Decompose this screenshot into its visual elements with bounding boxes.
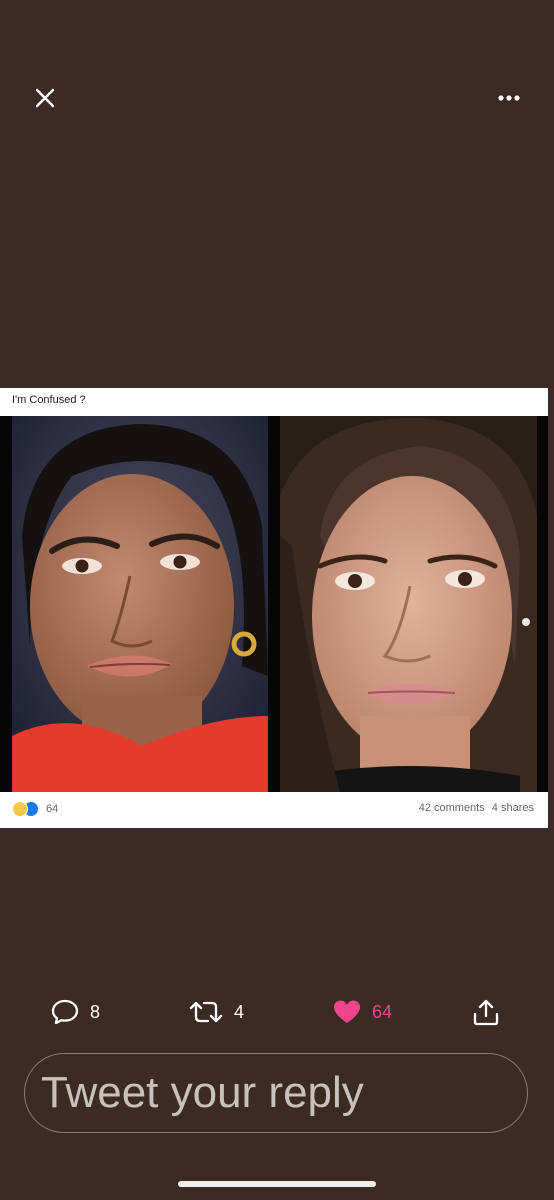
like-count: 64 xyxy=(372,1001,393,1022)
shared-post-image: I'm Confused ? 64 42 comments 4 shares xyxy=(0,388,548,828)
home-indicator[interactable] xyxy=(178,1181,376,1187)
close-icon xyxy=(35,88,55,108)
reply-count: 8 xyxy=(90,1001,101,1022)
reaction-count: 64 xyxy=(46,803,59,815)
share-button[interactable] xyxy=(471,992,501,1032)
share-icon xyxy=(473,999,499,1026)
reply-input[interactable]: Tweet your reply xyxy=(24,1053,528,1133)
comments-count[interactable]: 42 comments xyxy=(419,802,485,814)
photo-left xyxy=(12,416,268,792)
heart-filled-icon xyxy=(334,1000,360,1023)
media-viewer-topbar xyxy=(0,0,554,200)
retweet-button[interactable]: 4 xyxy=(188,992,244,1032)
reply-button[interactable]: 8 xyxy=(50,992,100,1032)
reply-icon xyxy=(51,999,79,1025)
post-stats: 42 comments 4 shares xyxy=(415,802,534,814)
haha-reaction-icon xyxy=(12,801,28,817)
shares-count[interactable]: 4 shares xyxy=(492,802,534,814)
retweet-icon xyxy=(189,1001,223,1023)
like-button[interactable]: 64 xyxy=(332,992,392,1032)
more-horizontal-icon xyxy=(498,95,520,101)
photo-right xyxy=(280,416,537,792)
post-caption: I'm Confused ? xyxy=(12,394,86,406)
reaction-summary[interactable]: 64 xyxy=(12,800,58,818)
retweet-count: 4 xyxy=(234,1001,245,1022)
close-button[interactable] xyxy=(30,84,60,114)
tweet-action-bar: 8 4 64 xyxy=(0,992,554,1032)
more-options-button[interactable] xyxy=(492,86,526,110)
photo-collage xyxy=(0,416,548,792)
